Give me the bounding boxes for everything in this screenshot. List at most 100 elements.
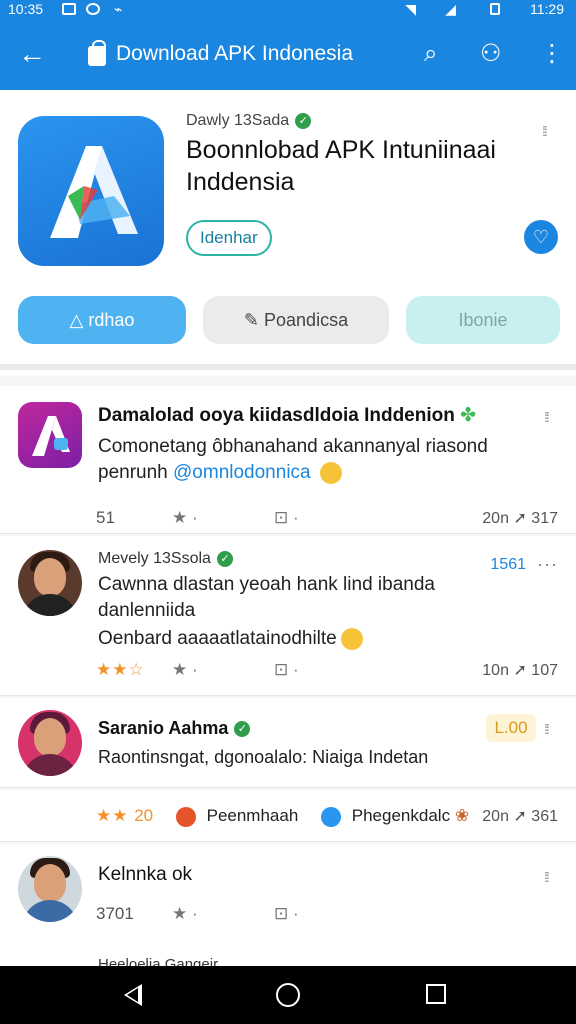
category-row: ★★ 20 Peenmhaah Phegenkdalc ❀ [96, 806, 469, 827]
reply-arrow-icon: ➚ [513, 808, 532, 825]
cell-signal-icon: ◢ [445, 1, 456, 17]
search-icon[interactable]: ⌕ [424, 40, 437, 68]
post-stat-count: 317 [531, 510, 558, 527]
shopping-bag-icon [88, 40, 106, 66]
post-author-row: Saranio Aahma ✓ [98, 718, 251, 739]
category-icon [321, 806, 342, 827]
tertiary-button[interactable]: Ibonie [406, 296, 560, 344]
points-badge: L.00 [486, 714, 536, 742]
avatar-shirt [22, 900, 78, 922]
signal-icon: ⌁ [114, 1, 123, 17]
star-icon[interactable]: ★ · [172, 660, 198, 680]
rating-count: 20 [134, 806, 154, 825]
rating-stars: ★★ [96, 806, 135, 825]
reply-count: 51 [96, 508, 115, 527]
nav-home-icon[interactable] [276, 983, 300, 1007]
post-author: Saranio Aahma [98, 718, 229, 738]
status-time: 10:35 [8, 1, 44, 17]
user-avatar [18, 710, 82, 776]
post-stat-time: 20n [482, 808, 509, 825]
drag-handle-icon[interactable]: ⁞⁞ [544, 722, 558, 736]
post-stat-count: 107 [531, 662, 558, 679]
post-title: Damalolad ooya kiidasdldoia Inddenion ✤ [98, 404, 476, 427]
nav-back-icon[interactable] [124, 984, 142, 1006]
feed-post[interactable]: Damalolad ooya kiidasdldoia Inddenion ✤ … [0, 386, 576, 534]
feed-post[interactable]: Saranio Aahma ✓ L.00 ⁞⁞ Raontinsngat, dgo… [0, 698, 576, 788]
feed-post[interactable]: ★★ 20 Peenmhaah Phegenkdalc ❀ 20n ➚ 361 [0, 790, 576, 842]
notification-icon [62, 3, 76, 15]
star-icon[interactable]: ★ · [172, 904, 198, 924]
avatar-shirt [22, 594, 78, 616]
verified-icon: ✓ [295, 112, 312, 129]
post-stat-time: 10n [482, 662, 509, 679]
category-label[interactable]: Peenmhaah [207, 806, 299, 825]
install-label: rdhao [88, 310, 135, 330]
share-icon[interactable]: ⊡ · [274, 508, 299, 528]
avatar-face [34, 864, 66, 902]
smile-emoji-icon [319, 461, 342, 484]
avatar-shirt [22, 754, 78, 776]
verified-icon: ✓ [216, 550, 233, 567]
post-stats: 20n ➚ 361 [482, 806, 558, 826]
post-header: Mevely 13Ssola ✓ [98, 550, 233, 568]
rating-stars: ★★☆ [96, 660, 145, 679]
developer-line: Dawly 13Sada ✓ [186, 112, 312, 130]
more-vert-icon[interactable]: ⋮ [540, 40, 564, 68]
star-icon[interactable]: ★ · [172, 508, 198, 528]
drag-handle-icon[interactable]: ⁞⁞ [544, 410, 558, 424]
user-avatar [18, 856, 82, 922]
app-bar-title: Download APK Indonesia [116, 42, 353, 65]
post-stat-count: 361 [531, 808, 558, 825]
warning-icon: △ [69, 310, 89, 330]
feed-post[interactable]: Mevely 13Ssola ✓ 1561 ··· Cawnna dlastan … [0, 536, 576, 696]
app-tag-chip[interactable]: Idenhar [186, 220, 272, 256]
install-button[interactable]: △ rdhao [18, 296, 186, 344]
share-icon[interactable]: ⊡ · [274, 660, 299, 680]
verified-icon: ✓ [234, 721, 251, 738]
feed-post[interactable]: Kelnnka ok ⁞⁞ 3701 ★ · ⊡ · Heeloelia Gan… [0, 844, 576, 973]
wink-emoji-icon [340, 627, 363, 650]
nav-recents-icon[interactable] [426, 984, 446, 1004]
feed: Damalolad ooya kiidasdldoia Inddenion ✤ … [0, 376, 576, 973]
profile-icon[interactable]: ⚇ [480, 40, 502, 68]
post-text: Raontinsngat, dgonoalalo: Niaiga Indetan [98, 747, 429, 767]
post-text: Comonetang ôbhanahand akannanyal riasond [98, 436, 488, 457]
reply-action[interactable]: 3701 [96, 904, 134, 924]
drag-handle-icon[interactable]: ⁞⁞ [542, 124, 556, 138]
post-author: Kelnnka ok [98, 864, 193, 885]
post-text-line-2: penrunh @omnlodonnica [98, 460, 528, 486]
post-text-prefix: penrunh [98, 462, 168, 483]
post-subtext: Oenbard aaaaatlatainodhilte [98, 628, 337, 649]
category-label[interactable]: Phegenkdalc [352, 806, 450, 825]
status-bar: 10:35 ⌁ ◥ ◢ 11:29 [0, 0, 576, 20]
reply-arrow-icon: ➚ [513, 510, 532, 527]
secondary-button[interactable]: ✎ Poandicsa [203, 296, 389, 344]
back-arrow-icon[interactable]: ← [18, 38, 46, 70]
post-stat-time: 20n [482, 510, 509, 527]
category-icon [175, 806, 196, 827]
post-stats: 20n ➚ 317 [482, 508, 558, 528]
battery-icon [490, 3, 500, 15]
reply-count: 3701 [96, 904, 134, 923]
more-horiz-icon[interactable]: ··· [537, 554, 558, 575]
status-time-right: 11:29 [530, 1, 564, 17]
post-title-text: Damalolad ooya kiidasdldoia Inddenion [98, 405, 455, 426]
share-icon[interactable]: ⊡ · [274, 904, 299, 924]
reply-action[interactable]: 51 [96, 508, 115, 528]
user-avatar [18, 550, 82, 616]
sync-icon [86, 3, 100, 15]
wifi-icon: ◥ [405, 1, 416, 17]
heart-icon[interactable]: ♡ [524, 220, 558, 254]
drag-handle-icon[interactable]: ⁞⁞ [544, 870, 558, 884]
avatar-face [34, 718, 66, 756]
app-bar: ← Download APK Indonesia ⌕ ⚇ ⋮ [0, 20, 576, 90]
mention-link[interactable]: @omnlodonnica [173, 462, 311, 483]
mascot-icon: ❀ [454, 806, 470, 825]
post-stats: 10n ➚ 107 [482, 660, 558, 680]
pencil-icon: ✎ [243, 310, 265, 330]
app-logo-icon [18, 116, 164, 266]
reply-arrow-icon: ➚ [513, 662, 532, 679]
system-nav-bar [0, 966, 576, 1024]
post-badge: 1561 [490, 556, 526, 573]
tertiary-label: Ibonie [458, 310, 508, 330]
